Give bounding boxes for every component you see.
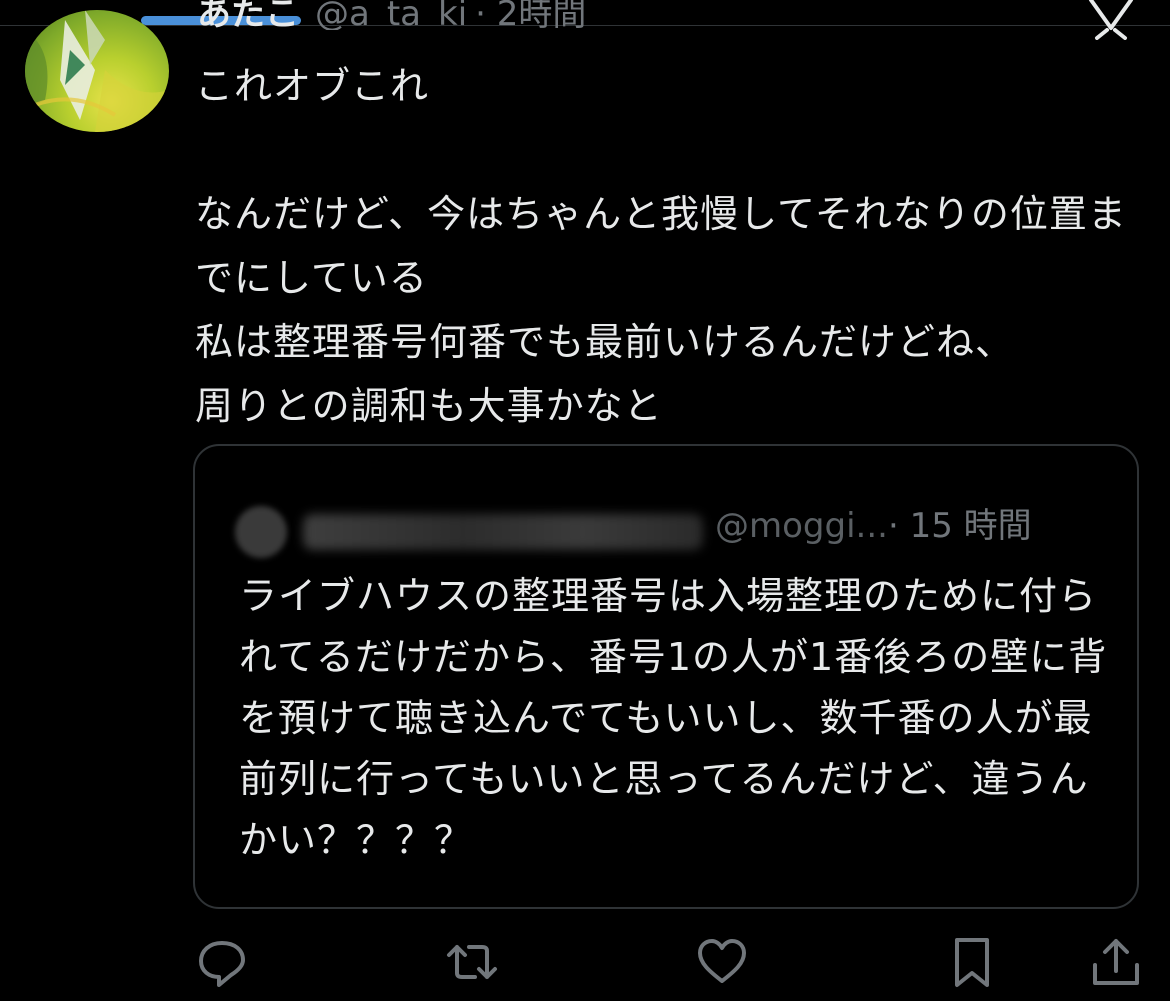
like-button[interactable] xyxy=(690,930,754,994)
retweet-icon xyxy=(447,945,497,979)
avatar[interactable] xyxy=(25,10,169,132)
avatar-image xyxy=(25,10,169,132)
tweet-actions xyxy=(0,930,1170,994)
quoted-timestamp[interactable]: · 15 時間 xyxy=(888,506,1032,546)
reply-icon xyxy=(199,941,245,987)
bookmark-button[interactable] xyxy=(940,930,1004,994)
tweet-text: これオブこれ なんだけど、今はちゃんと我慢してそれなりの位置までにしている 私は… xyxy=(195,64,1127,428)
bookmark-icon xyxy=(955,938,989,987)
quoted-avatar[interactable] xyxy=(235,506,287,558)
quoted-tweet-header: @moggi...· 15 時間 xyxy=(715,498,1032,547)
like-icon xyxy=(698,939,746,983)
tweet-timestamp[interactable]: · 2時間 xyxy=(475,0,586,30)
reply-button[interactable] xyxy=(190,930,254,994)
quoted-tweet-text: ライブハウスの整理番号は入場整理のために付られてるだけだから、番号1の人が1番後… xyxy=(239,574,1108,862)
quoted-handle[interactable]: @moggi... xyxy=(715,506,888,546)
quoted-tweet-card[interactable]: @moggi...· 15 時間 ライブハウスの整理番号は入場整理のために付られ… xyxy=(193,444,1139,909)
quoted-author-name-blurred xyxy=(303,514,703,550)
author-name[interactable]: あたこ xyxy=(197,0,299,30)
more-icon[interactable] xyxy=(1085,0,1139,40)
share-button[interactable] xyxy=(1084,930,1148,994)
author-line: あたこ @a_ta_ki · 2時間 xyxy=(197,0,586,30)
retweet-button[interactable] xyxy=(440,930,504,994)
author-handle[interactable]: @a_ta_ki xyxy=(315,0,467,30)
share-icon xyxy=(1093,939,1139,985)
